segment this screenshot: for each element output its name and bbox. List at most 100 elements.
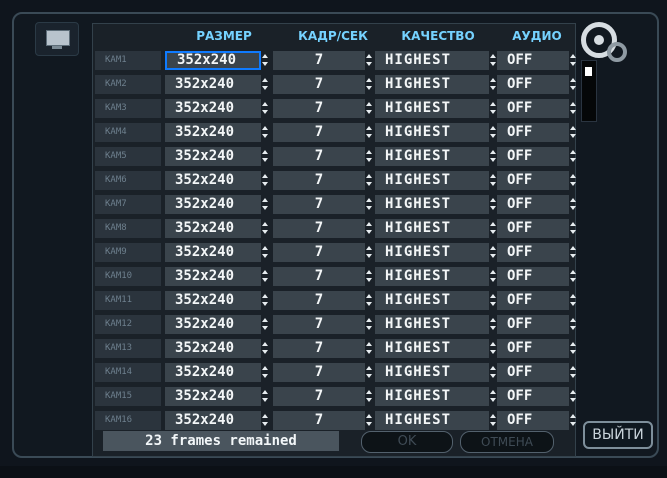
audio-select[interactable]: OFF <box>497 411 569 430</box>
up-down-arrows-icon[interactable] <box>261 77 269 92</box>
up-down-arrows-icon[interactable] <box>365 101 373 116</box>
up-down-arrows-icon[interactable] <box>261 269 269 284</box>
up-down-arrows-icon[interactable] <box>569 293 577 308</box>
quality-select[interactable]: HIGHEST <box>375 171 489 190</box>
quality-select[interactable]: HIGHEST <box>375 243 489 262</box>
up-down-arrows-icon[interactable] <box>261 341 269 356</box>
up-down-arrows-icon[interactable] <box>261 101 269 116</box>
up-down-arrows-icon[interactable] <box>489 53 497 68</box>
audio-select[interactable]: OFF <box>497 99 569 118</box>
fps-select[interactable]: 7 <box>273 387 365 406</box>
up-down-arrows-icon[interactable] <box>261 125 269 140</box>
scroll-indicator[interactable] <box>581 60 597 122</box>
quality-select[interactable]: HIGHEST <box>375 387 489 406</box>
size-select[interactable]: 352x240 <box>165 75 261 94</box>
audio-select[interactable]: OFF <box>497 75 569 94</box>
up-down-arrows-icon[interactable] <box>261 365 269 380</box>
size-select[interactable]: 352x240 <box>165 147 261 166</box>
fps-select[interactable]: 7 <box>273 267 365 286</box>
quality-select[interactable]: HIGHEST <box>375 411 489 430</box>
size-select[interactable]: 352x240 <box>165 51 261 70</box>
up-down-arrows-icon[interactable] <box>569 245 577 260</box>
up-down-arrows-icon[interactable] <box>261 53 269 68</box>
fps-select[interactable]: 7 <box>273 291 365 310</box>
up-down-arrows-icon[interactable] <box>489 101 497 116</box>
up-down-arrows-icon[interactable] <box>489 269 497 284</box>
up-down-arrows-icon[interactable] <box>261 293 269 308</box>
up-down-arrows-icon[interactable] <box>569 173 577 188</box>
monitor-icon[interactable] <box>35 22 79 56</box>
up-down-arrows-icon[interactable] <box>365 221 373 236</box>
up-down-arrows-icon[interactable] <box>569 149 577 164</box>
up-down-arrows-icon[interactable] <box>569 269 577 284</box>
up-down-arrows-icon[interactable] <box>365 173 373 188</box>
fps-select[interactable]: 7 <box>273 363 365 382</box>
quality-select[interactable]: HIGHEST <box>375 99 489 118</box>
audio-select[interactable]: OFF <box>497 363 569 382</box>
up-down-arrows-icon[interactable] <box>365 413 373 428</box>
up-down-arrows-icon[interactable] <box>365 389 373 404</box>
audio-select[interactable]: OFF <box>497 195 569 214</box>
audio-select[interactable]: OFF <box>497 219 569 238</box>
up-down-arrows-icon[interactable] <box>489 221 497 236</box>
quality-select[interactable]: HIGHEST <box>375 75 489 94</box>
up-down-arrows-icon[interactable] <box>261 221 269 236</box>
quality-select[interactable]: HIGHEST <box>375 315 489 334</box>
fps-select[interactable]: 7 <box>273 171 365 190</box>
up-down-arrows-icon[interactable] <box>365 149 373 164</box>
up-down-arrows-icon[interactable] <box>489 389 497 404</box>
up-down-arrows-icon[interactable] <box>365 125 373 140</box>
up-down-arrows-icon[interactable] <box>569 413 577 428</box>
up-down-arrows-icon[interactable] <box>261 173 269 188</box>
size-select[interactable]: 352x240 <box>165 195 261 214</box>
quality-select[interactable]: HIGHEST <box>375 123 489 142</box>
audio-select[interactable]: OFF <box>497 267 569 286</box>
up-down-arrows-icon[interactable] <box>489 77 497 92</box>
audio-select[interactable]: OFF <box>497 51 569 70</box>
quality-select[interactable]: HIGHEST <box>375 51 489 70</box>
size-select[interactable]: 352x240 <box>165 363 261 382</box>
audio-select[interactable]: OFF <box>497 243 569 262</box>
up-down-arrows-icon[interactable] <box>489 149 497 164</box>
up-down-arrows-icon[interactable] <box>261 197 269 212</box>
size-select[interactable]: 352x240 <box>165 267 261 286</box>
up-down-arrows-icon[interactable] <box>489 173 497 188</box>
size-select[interactable]: 352x240 <box>165 243 261 262</box>
fps-select[interactable]: 7 <box>273 75 365 94</box>
up-down-arrows-icon[interactable] <box>365 197 373 212</box>
quality-select[interactable]: HIGHEST <box>375 267 489 286</box>
up-down-arrows-icon[interactable] <box>261 389 269 404</box>
up-down-arrows-icon[interactable] <box>365 293 373 308</box>
audio-select[interactable]: OFF <box>497 291 569 310</box>
fps-select[interactable]: 7 <box>273 339 365 358</box>
up-down-arrows-icon[interactable] <box>261 317 269 332</box>
up-down-arrows-icon[interactable] <box>489 341 497 356</box>
fps-select[interactable]: 7 <box>273 147 365 166</box>
up-down-arrows-icon[interactable] <box>261 413 269 428</box>
size-select[interactable]: 352x240 <box>165 315 261 334</box>
size-select[interactable]: 352x240 <box>165 219 261 238</box>
audio-select[interactable]: OFF <box>497 147 569 166</box>
ok-button[interactable]: OK <box>361 431 453 453</box>
up-down-arrows-icon[interactable] <box>261 245 269 260</box>
up-down-arrows-icon[interactable] <box>569 101 577 116</box>
up-down-arrows-icon[interactable] <box>489 293 497 308</box>
up-down-arrows-icon[interactable] <box>569 341 577 356</box>
up-down-arrows-icon[interactable] <box>489 197 497 212</box>
quality-select[interactable]: HIGHEST <box>375 147 489 166</box>
size-select[interactable]: 352x240 <box>165 339 261 358</box>
quality-select[interactable]: HIGHEST <box>375 291 489 310</box>
up-down-arrows-icon[interactable] <box>569 125 577 140</box>
up-down-arrows-icon[interactable] <box>569 197 577 212</box>
up-down-arrows-icon[interactable] <box>489 125 497 140</box>
fps-select[interactable]: 7 <box>273 315 365 334</box>
fps-select[interactable]: 7 <box>273 99 365 118</box>
fps-select[interactable]: 7 <box>273 219 365 238</box>
quality-select[interactable]: HIGHEST <box>375 195 489 214</box>
up-down-arrows-icon[interactable] <box>489 317 497 332</box>
up-down-arrows-icon[interactable] <box>365 77 373 92</box>
size-select[interactable]: 352x240 <box>165 123 261 142</box>
fps-select[interactable]: 7 <box>273 411 365 430</box>
size-select[interactable]: 352x240 <box>165 387 261 406</box>
up-down-arrows-icon[interactable] <box>365 53 373 68</box>
